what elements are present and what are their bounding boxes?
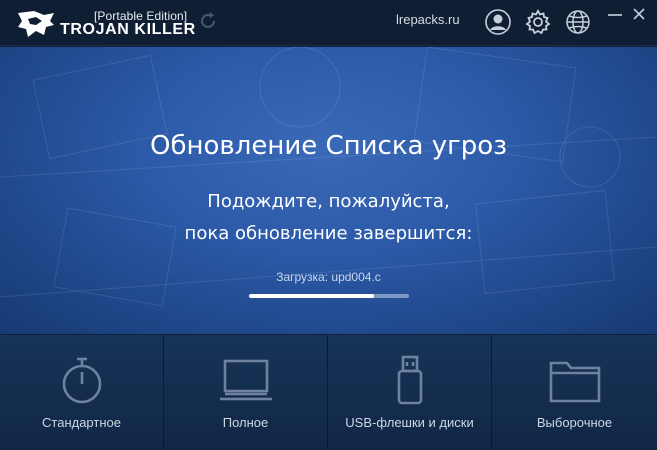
close-icon[interactable]: [631, 6, 647, 22]
globe-icon[interactable]: [564, 8, 592, 36]
usb-icon: [397, 355, 422, 405]
site-link[interactable]: lrepacks.ru: [396, 12, 460, 27]
laptop-icon: [219, 359, 272, 401]
wait-message-line2: пока обновление завершится:: [184, 223, 473, 244]
refresh-icon[interactable]: [197, 10, 219, 32]
progress-bar: [249, 294, 409, 298]
wait-message-line1: Подождите, пожалуйста,: [207, 191, 450, 212]
tile-standard-scan[interactable]: Стандартное: [0, 335, 164, 450]
gear-icon[interactable]: [524, 8, 552, 36]
minimize-icon[interactable]: [606, 8, 624, 22]
tile-label: Стандартное: [42, 415, 121, 430]
folder-icon: [549, 361, 600, 403]
title-bar: [Portable Edition] TROJAN KILLER lrepack…: [0, 0, 657, 46]
tile-label: Выборочное: [536, 415, 613, 430]
update-panel: Обновление Списка угроз Подождите, пожал…: [0, 47, 657, 334]
stopwatch-icon: [62, 357, 101, 404]
tile-custom-scan[interactable]: Выборочное: [492, 335, 657, 450]
logo-icon: [18, 11, 54, 37]
scan-mode-tiles: Стандартное Полное USB-флешки и диски Вы…: [0, 335, 657, 450]
user-icon[interactable]: [484, 8, 512, 36]
tile-full-scan[interactable]: Полное: [164, 335, 328, 450]
progress-bar-fill: [249, 294, 374, 298]
tile-usb-scan[interactable]: USB-флешки и диски: [328, 335, 492, 450]
tile-label: USB-флешки и диски: [345, 415, 474, 430]
app-title: TROJAN KILLER: [60, 21, 196, 38]
download-status: Загрузка: upd004.c: [276, 270, 381, 284]
tile-label: Полное: [222, 415, 269, 430]
update-heading: Обновление Списка угроз: [149, 131, 508, 161]
